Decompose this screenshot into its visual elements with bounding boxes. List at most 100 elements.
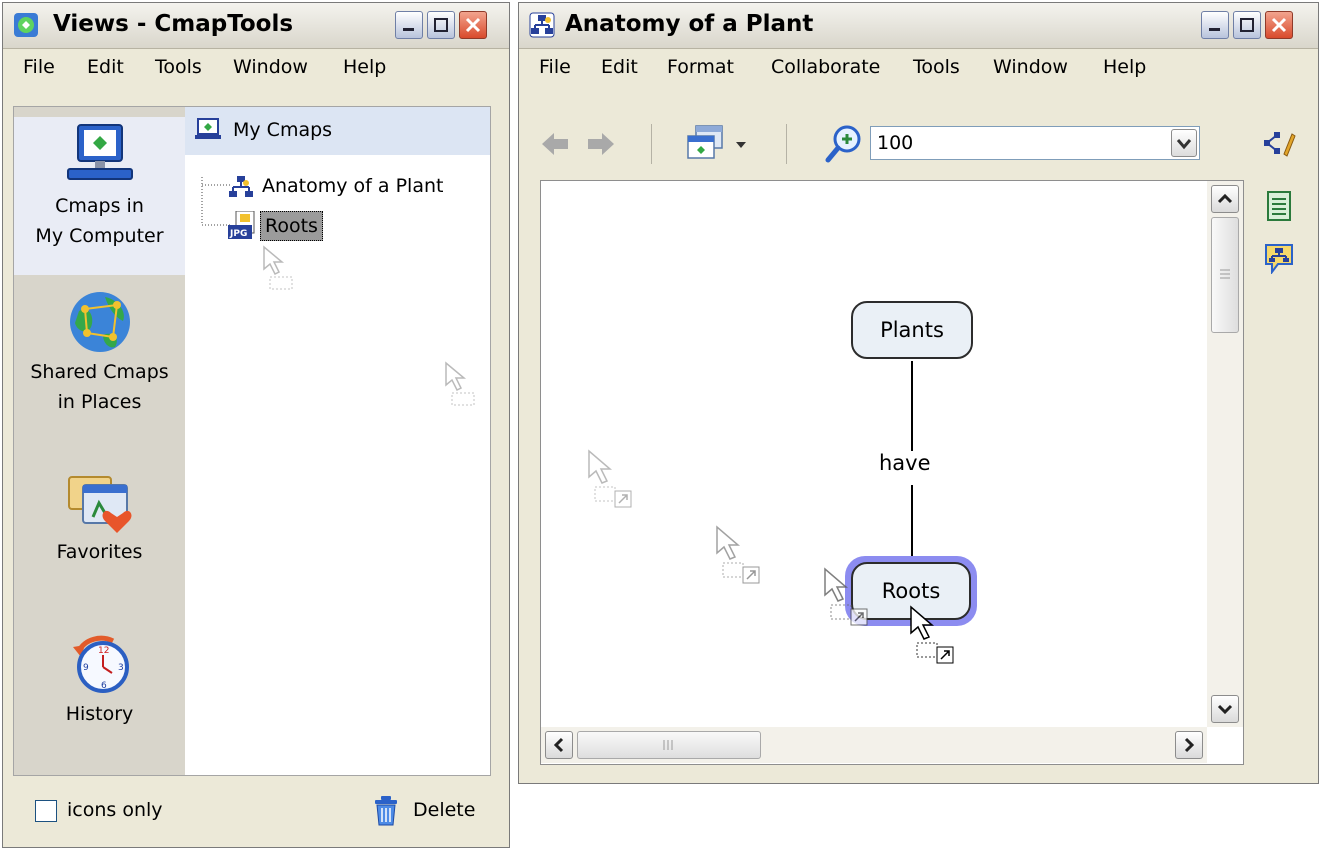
close-icon	[1271, 17, 1287, 33]
views-menubar: File Edit Tools Window Help	[3, 50, 509, 84]
minimize-icon	[403, 28, 414, 31]
close-button[interactable]	[459, 11, 487, 39]
sidebar-label: Favorites	[56, 541, 143, 563]
cmap-canvas[interactable]: Plants have Roots	[540, 180, 1244, 765]
menu-edit[interactable]: Edit	[87, 56, 124, 78]
views-titlebar[interactable]: Views - CmapTools	[3, 3, 509, 49]
menu-edit[interactable]: Edit	[601, 56, 638, 78]
maximize-icon	[434, 18, 448, 32]
maximize-button[interactable]	[1233, 11, 1261, 39]
menu-help[interactable]: Help	[343, 56, 386, 78]
menu-collaborate[interactable]: Collaborate	[771, 56, 880, 78]
menu-file[interactable]: File	[23, 56, 55, 78]
document-list-icon[interactable]	[1266, 190, 1292, 222]
cmap-comment-icon[interactable]	[1264, 242, 1294, 274]
cmaptools-app-icon	[14, 13, 38, 37]
svg-text:3: 3	[118, 663, 124, 673]
cmap-document-icon	[529, 12, 555, 38]
zoom-combobox[interactable]: 100	[870, 126, 1200, 160]
chevron-up-icon	[1217, 193, 1233, 204]
cmap-document-icon	[229, 176, 253, 197]
maximize-icon	[1240, 18, 1254, 32]
vertical-scroll-thumb[interactable]	[1211, 217, 1239, 333]
minimize-button[interactable]	[1201, 11, 1229, 39]
close-button[interactable]	[1265, 11, 1293, 39]
grip-icon	[663, 740, 673, 750]
tree-root-row[interactable]: My Cmaps	[185, 107, 490, 155]
computer-icon	[66, 124, 133, 180]
link-line	[911, 485, 913, 563]
minimize-icon	[1209, 28, 1220, 31]
drag-cursor-ghost-icon	[263, 245, 293, 290]
icons-only-label: icons only	[67, 799, 163, 821]
scroll-left-button[interactable]	[545, 731, 573, 759]
scroll-down-button[interactable]	[1211, 695, 1239, 723]
sidebar-item-my-computer[interactable]: Cmaps in My Computer	[14, 117, 185, 275]
sidebar-item-history[interactable]: 12 3 6 9 History	[14, 629, 185, 739]
cmap-menubar: File Edit Format Collaborate Tools Windo…	[519, 50, 1318, 84]
views-window-icon	[687, 125, 723, 159]
chevron-down-icon	[1217, 704, 1233, 715]
chevron-down-icon	[736, 142, 746, 148]
jpg-file-icon: JPG	[228, 211, 255, 239]
forward-arrow-icon[interactable]	[586, 131, 616, 157]
vertical-scrollbar[interactable]	[1207, 181, 1243, 727]
scroll-up-button[interactable]	[1211, 185, 1239, 213]
globe-icon	[69, 292, 130, 352]
maximize-button[interactable]	[427, 11, 455, 39]
scroll-right-button[interactable]	[1175, 731, 1203, 759]
views-window-title: Views - CmapTools	[53, 11, 294, 37]
chevron-down-icon	[1176, 139, 1192, 150]
menu-window[interactable]: Window	[993, 56, 1068, 78]
close-icon	[465, 17, 481, 33]
sidebar-label: Cmaps in	[55, 195, 144, 217]
linking-phrase-have[interactable]: have	[877, 451, 933, 475]
sidebar-label: My Computer	[35, 225, 164, 247]
cmap-window-title: Anatomy of a Plant	[565, 11, 814, 37]
concept-node-label: Plants	[880, 318, 944, 342]
views-pane: Cmaps in My Computer Shared Cmaps in Pla…	[13, 106, 491, 776]
chevron-left-icon	[553, 737, 564, 753]
sidebar-label: in Places	[57, 391, 142, 413]
edit-styles-icon[interactable]	[1262, 128, 1296, 158]
zoom-value: 100	[877, 132, 914, 154]
concept-node-plants[interactable]: Plants	[851, 301, 973, 359]
delete-label: Delete	[413, 799, 476, 821]
zoom-dropdown-button[interactable]	[1171, 129, 1197, 157]
horizontal-scroll-thumb[interactable]	[577, 731, 761, 759]
drag-cursor-ghost-icon	[588, 449, 632, 508]
grip-icon	[1220, 269, 1230, 279]
views-sidebar: Cmaps in My Computer Shared Cmaps in Pla…	[14, 107, 185, 775]
horizontal-scrollbar[interactable]	[541, 727, 1207, 763]
trash-can-icon	[375, 796, 397, 826]
sidebar-label: Shared Cmaps	[30, 361, 169, 383]
favorites-icon	[67, 476, 131, 533]
history-clock-icon: 12 3 6 9	[72, 635, 129, 693]
menu-tools[interactable]: Tools	[913, 56, 960, 78]
tree-item-label: Anatomy of a Plant	[262, 175, 444, 197]
link-line	[911, 361, 913, 453]
icons-only-checkbox[interactable]	[35, 800, 57, 822]
delete-button[interactable]: Delete	[373, 794, 485, 828]
menu-format[interactable]: Format	[667, 56, 734, 78]
menu-help[interactable]: Help	[1103, 56, 1146, 78]
concept-node-label: Roots	[881, 579, 941, 603]
sidebar-label: History	[65, 703, 134, 725]
sidebar-item-favorites[interactable]: Favorites	[14, 467, 185, 577]
chevron-right-icon	[1184, 737, 1195, 753]
svg-text:9: 9	[83, 663, 89, 673]
back-arrow-icon[interactable]	[540, 131, 570, 157]
views-dropdown-button[interactable]	[686, 124, 754, 164]
zoom-in-icon[interactable]	[824, 124, 864, 164]
menu-window[interactable]: Window	[233, 56, 308, 78]
minimize-button[interactable]	[395, 11, 423, 39]
menu-tools[interactable]: Tools	[155, 56, 202, 78]
my-cmaps-folder-icon	[195, 118, 221, 139]
cmap-titlebar[interactable]: Anatomy of a Plant	[519, 3, 1318, 49]
toolbar-separator	[786, 124, 787, 164]
drag-cursor-link-icon	[910, 605, 954, 664]
menu-file[interactable]: File	[539, 56, 571, 78]
drag-cursor-ghost-icon	[445, 361, 475, 406]
svg-text:JPG: JPG	[229, 229, 247, 239]
sidebar-item-shared-cmaps[interactable]: Shared Cmaps in Places	[14, 283, 185, 433]
